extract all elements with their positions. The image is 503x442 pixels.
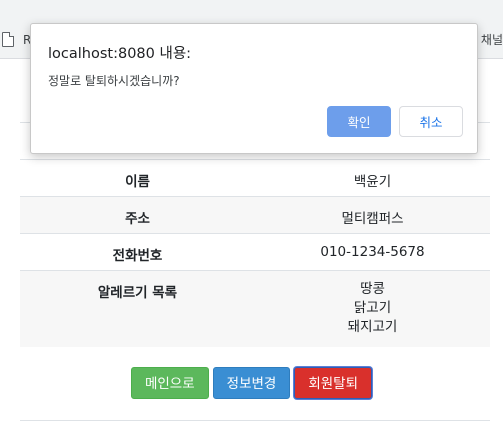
table-row: 전화번호 010-1234-5678: [20, 233, 490, 271]
page-icon: [2, 32, 14, 47]
bookmark-item[interactable]: R: [2, 32, 31, 47]
row-value: 멀티캠퍼스: [341, 211, 404, 227]
main-page-button[interactable]: 메인으로: [130, 367, 209, 399]
dialog-ok-button[interactable]: 확인: [327, 106, 391, 137]
dialog-title: localhost:8080 내용:: [48, 46, 192, 62]
confirm-dialog: localhost:8080 내용: 정말로 탈퇴하시겠습니까? 확인 취소: [30, 23, 478, 154]
allergy-item: 닭고기: [353, 300, 392, 316]
dialog-message: 정말로 탈퇴하시겠습니까?: [48, 74, 180, 88]
allergy-item: 땅콩: [360, 281, 385, 297]
allergy-item: 돼지고기: [347, 319, 398, 335]
edit-info-button[interactable]: 정보변경: [212, 367, 291, 399]
action-button-group: 메인으로 정보변경 회원탈퇴: [0, 367, 503, 399]
dialog-cancel-button[interactable]: 취소: [399, 106, 463, 137]
allergy-list: 땅콩 닭고기 돼지고기: [255, 271, 490, 347]
bookmark-item-right[interactable]: 채널: [481, 31, 503, 48]
member-info-table: 이름 백윤기 주소 멀티캠퍼스 전화번호 010-1234-5678 알레르기 …: [20, 159, 490, 347]
withdraw-button[interactable]: 회원탈퇴: [294, 367, 373, 399]
table-row: 이름 백윤기: [20, 159, 490, 197]
table-row: 알레르기 목록 땅콩 닭고기 돼지고기: [20, 270, 490, 347]
bookmark-label-right: 채널: [480, 33, 503, 47]
row-value: 백윤기: [353, 174, 392, 190]
row-key: 전화번호: [112, 248, 163, 264]
row-key: 주소: [125, 211, 150, 227]
divider: [20, 420, 490, 421]
row-key: 알레르기 목록: [97, 285, 178, 301]
row-key: 이름: [125, 174, 150, 190]
row-value: 010-1234-5678: [320, 244, 425, 260]
table-row: 주소 멀티캠퍼스: [20, 196, 490, 234]
